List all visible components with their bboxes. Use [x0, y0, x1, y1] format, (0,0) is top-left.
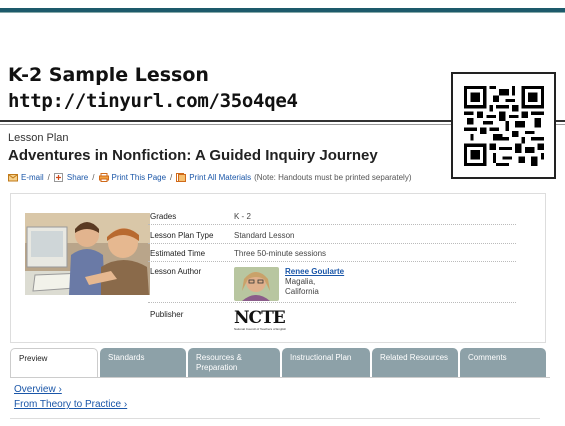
tab-label: Standards [108, 353, 145, 362]
action-bar: E-mail / Share / Print This Page / Print… [8, 173, 412, 182]
qr-code [451, 72, 556, 179]
tab-preview[interactable]: Preview [10, 348, 98, 378]
tabs-baseline [10, 377, 550, 378]
tab-label-line2: Preparation [196, 363, 238, 372]
tab-label: Preview [19, 354, 48, 363]
tab-resources-preparation[interactable]: Resources & Preparation [188, 348, 280, 378]
meta-row-author: Lesson Author Renee Goularte Magalia, Ca… [148, 263, 516, 303]
tab-label: Related Resources [380, 353, 449, 362]
meta-row-publisher: Publisher NCTE National Council of Teach… [148, 306, 516, 336]
page-kind: Lesson Plan [8, 132, 69, 144]
meta-row-grades: Grades K - 2 [148, 208, 516, 225]
author-location: Magalia, California [285, 277, 319, 297]
meta-row-type: Lesson Plan Type Standard Lesson [148, 227, 516, 244]
publisher-label: Publisher [150, 310, 184, 319]
print-all-icon [176, 173, 187, 182]
print-note: (Note: Handouts must be printed separate… [254, 173, 412, 182]
plan-type-label: Lesson Plan Type [150, 231, 214, 240]
plan-type-value: Standard Lesson [234, 231, 295, 240]
tab-label: Instructional Plan [290, 353, 352, 362]
lesson-photo [25, 213, 150, 295]
grades-value: K - 2 [234, 212, 251, 221]
top-rule-thin [0, 12, 565, 13]
email-link[interactable]: E-mail [21, 173, 44, 182]
bottom-rule [10, 418, 540, 419]
estimated-time-label: Estimated Time [150, 249, 206, 258]
tab-bar: Preview Standards Resources & Preparatio… [10, 348, 550, 378]
slide-url[interactable]: http://tinyurl.com/35o4qe4 [8, 90, 298, 112]
tab-comments[interactable]: Comments [460, 348, 546, 378]
print-page-link[interactable]: Print This Page [112, 173, 167, 182]
tab-label: Resources & [196, 353, 242, 362]
tab-related-resources[interactable]: Related Resources [372, 348, 458, 378]
printer-icon [98, 173, 109, 182]
overview-link[interactable]: Overview › [14, 384, 62, 395]
estimated-time-value: Three 50-minute sessions [234, 249, 327, 258]
author-city: Magalia, [285, 277, 316, 286]
separator: / [92, 173, 95, 182]
author-avatar [234, 267, 279, 301]
tab-instructional-plan[interactable]: Instructional Plan [282, 348, 370, 378]
theory-to-practice-link[interactable]: From Theory to Practice › [14, 399, 127, 410]
email-icon [8, 173, 18, 182]
separator: / [47, 173, 50, 182]
grades-label: Grades [150, 212, 177, 221]
share-link[interactable]: Share [67, 173, 88, 182]
share-icon [53, 173, 64, 182]
author-name-link[interactable]: Renee Goularte [285, 267, 344, 276]
tab-standards[interactable]: Standards [100, 348, 186, 378]
page-title: Adventures in Nonfiction: A Guided Inqui… [8, 147, 378, 164]
qr-code-icon [464, 86, 544, 166]
ncte-logo-tagline: National Council of Teachers of English [234, 327, 287, 331]
separator: / [170, 173, 173, 182]
tab-label: Comments [468, 353, 507, 362]
slide-title: K-2 Sample Lesson [8, 64, 209, 86]
print-all-link[interactable]: Print All Materials [189, 173, 251, 182]
author-state: California [285, 287, 319, 296]
ncte-logo-text: NCTE [234, 308, 286, 328]
ncte-logo: NCTE National Council of Teachers of Eng… [234, 308, 287, 332]
meta-row-time: Estimated Time Three 50-minute sessions [148, 245, 516, 262]
author-label: Lesson Author [150, 267, 202, 276]
